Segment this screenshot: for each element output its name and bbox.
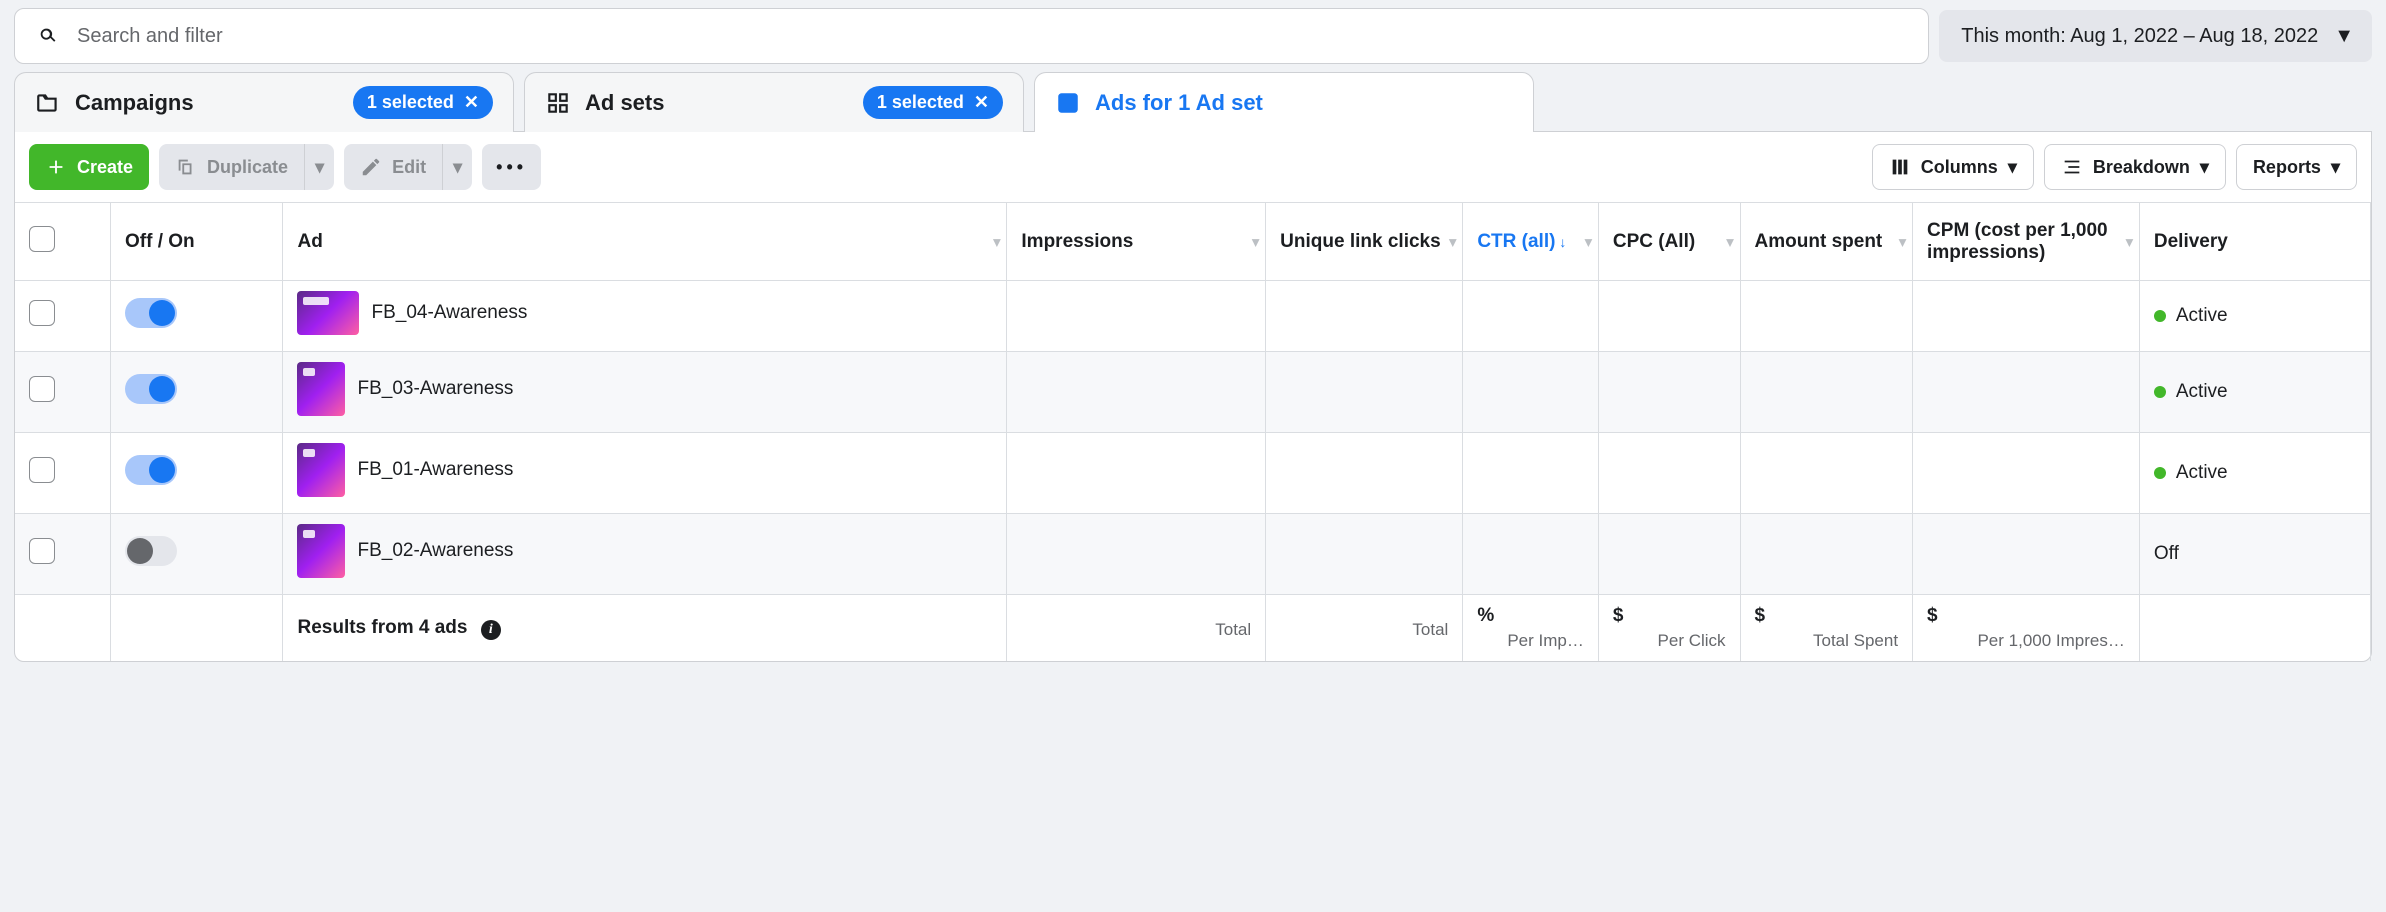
tab-label: Ads for 1 Ad set <box>1095 90 1263 116</box>
chevron-down-icon: ▾ <box>1727 233 1734 250</box>
toggle-switch[interactable] <box>125 536 177 566</box>
reports-button[interactable]: Reports ▾ <box>2236 144 2357 190</box>
status-dot-active <box>2154 386 2166 398</box>
chevron-down-icon: ▾ <box>315 157 324 178</box>
search-icon <box>37 25 59 47</box>
more-icon: ••• <box>496 157 527 178</box>
tab-label: Campaigns <box>75 90 194 116</box>
sort-desc-icon: ↓ <box>1559 234 1566 250</box>
chevron-down-icon: ▾ <box>1252 233 1259 250</box>
table-row[interactable]: FB_02-Awareness Off <box>15 514 2371 595</box>
col-unique-link-clicks[interactable]: Unique link clicks▾ <box>1266 203 1463 281</box>
table-row[interactable]: FB_04-Awareness Active <box>15 281 2371 352</box>
chevron-down-icon: ▾ <box>2126 233 2133 250</box>
grid-icon <box>545 90 571 116</box>
chevron-down-icon: ▾ <box>1449 233 1456 250</box>
ad-cell[interactable]: FB_04-Awareness <box>297 291 527 335</box>
date-range-label: This month: Aug 1, 2022 – Aug 18, 2022 <box>1961 25 2318 48</box>
search-box[interactable] <box>14 8 1929 64</box>
info-icon[interactable]: i <box>481 620 501 640</box>
table-row[interactable]: FB_03-Awareness Active <box>15 352 2371 433</box>
delivery-cell: Active <box>2139 433 2370 514</box>
results-summary: Results from 4 ads i <box>283 595 1007 662</box>
toggle-switch[interactable] <box>125 374 177 404</box>
ad-cell[interactable]: FB_03-Awareness <box>297 362 513 416</box>
chevron-down-icon: ▾ <box>1585 233 1592 250</box>
close-icon[interactable]: ✕ <box>464 92 479 113</box>
create-button[interactable]: Create <box>29 144 149 190</box>
col-offon: Off / On <box>110 203 283 281</box>
ad-icon <box>1055 90 1081 116</box>
ads-table: Off / On Ad▾ Impressions▾ Unique link cl… <box>15 202 2371 661</box>
tab-ads[interactable]: Ads for 1 Ad set <box>1034 72 1534 132</box>
col-ad[interactable]: Ad▾ <box>283 203 1007 281</box>
ad-name: FB_01-Awareness <box>357 459 513 481</box>
checkbox[interactable] <box>29 457 55 483</box>
tab-label: Ad sets <box>585 90 664 116</box>
plus-icon <box>45 156 67 178</box>
ad-name: FB_02-Awareness <box>357 540 513 562</box>
adsets-selection-pill[interactable]: 1 selected ✕ <box>863 86 1003 119</box>
chevron-down-icon: ▾ <box>993 233 1000 250</box>
edit-dropdown[interactable]: ▾ <box>443 144 472 190</box>
delivery-cell: Active <box>2139 281 2370 352</box>
duplicate-button[interactable]: Duplicate <box>159 144 305 190</box>
delivery-cell: Off <box>2139 514 2370 595</box>
status-dot-active <box>2154 467 2166 479</box>
col-ctr[interactable]: CTR (all)↓▾ <box>1463 203 1599 281</box>
date-range-picker[interactable]: This month: Aug 1, 2022 – Aug 18, 2022 ▼ <box>1939 10 2372 62</box>
col-impressions[interactable]: Impressions▾ <box>1007 203 1266 281</box>
edit-button[interactable]: Edit <box>344 144 443 190</box>
ad-thumbnail <box>297 443 345 497</box>
ad-cell[interactable]: FB_01-Awareness <box>297 443 513 497</box>
toggle-switch[interactable] <box>125 298 177 328</box>
checkbox[interactable] <box>29 538 55 564</box>
more-button[interactable]: ••• <box>482 144 541 190</box>
chevron-down-icon: ▼ <box>2334 25 2354 48</box>
duplicate-icon <box>175 156 197 178</box>
pencil-icon <box>360 156 382 178</box>
chevron-down-icon: ▾ <box>2008 157 2017 178</box>
columns-icon <box>1889 156 1911 178</box>
checkbox[interactable] <box>29 226 55 252</box>
ad-cell[interactable]: FB_02-Awareness <box>297 524 513 578</box>
col-select-all[interactable] <box>15 203 110 281</box>
delivery-cell: Active <box>2139 352 2370 433</box>
close-icon[interactable]: ✕ <box>974 92 989 113</box>
col-delivery[interactable]: Delivery <box>2139 203 2370 281</box>
breakdown-button[interactable]: Breakdown ▾ <box>2044 144 2226 190</box>
columns-button[interactable]: Columns ▾ <box>1872 144 2034 190</box>
duplicate-dropdown[interactable]: ▾ <box>305 144 334 190</box>
ad-thumbnail <box>297 524 345 578</box>
checkbox[interactable] <box>29 376 55 402</box>
chevron-down-icon: ▾ <box>1899 233 1906 250</box>
search-input[interactable] <box>77 25 1906 48</box>
ad-thumbnail <box>297 291 359 335</box>
folder-icon <box>35 90 61 116</box>
chevron-down-icon: ▾ <box>2200 157 2209 178</box>
breakdown-icon <box>2061 156 2083 178</box>
toggle-switch[interactable] <box>125 455 177 485</box>
ad-thumbnail <box>297 362 345 416</box>
campaigns-selection-pill[interactable]: 1 selected ✕ <box>353 86 493 119</box>
chevron-down-icon: ▾ <box>453 157 462 178</box>
ad-name: FB_04-Awareness <box>371 302 527 324</box>
chevron-down-icon: ▾ <box>2331 157 2340 178</box>
ad-name: FB_03-Awareness <box>357 378 513 400</box>
tab-campaigns[interactable]: Campaigns 1 selected ✕ <box>14 72 514 132</box>
col-cpc[interactable]: CPC (All)▾ <box>1598 203 1740 281</box>
col-amount-spent[interactable]: Amount spent▾ <box>1740 203 1913 281</box>
tab-adsets[interactable]: Ad sets 1 selected ✕ <box>524 72 1024 132</box>
status-dot-active <box>2154 310 2166 322</box>
checkbox[interactable] <box>29 300 55 326</box>
col-cpm[interactable]: CPM (cost per 1,000 impressions)▾ <box>1913 203 2140 281</box>
table-row[interactable]: FB_01-Awareness Active <box>15 433 2371 514</box>
